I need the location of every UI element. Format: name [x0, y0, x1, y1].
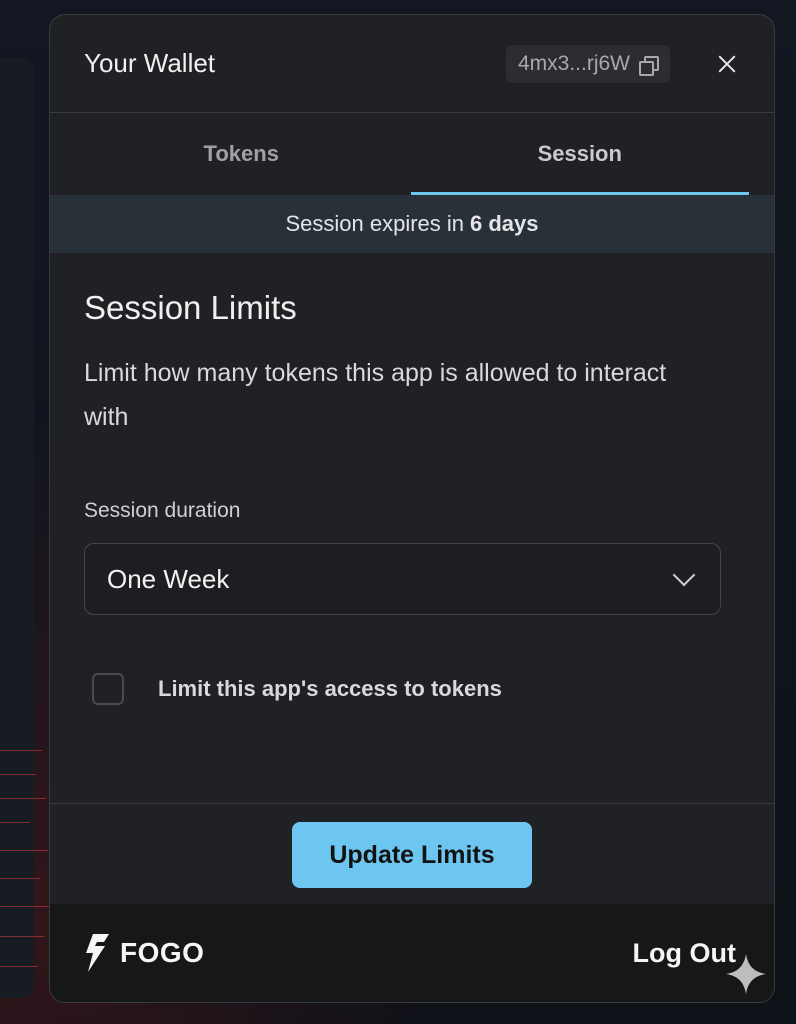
update-limits-button[interactable]: Update Limits: [292, 822, 532, 888]
limit-tokens-label[interactable]: Limit this app's access to tokens: [158, 676, 502, 702]
tab-session[interactable]: Session: [410, 113, 750, 195]
wallet-panel: Your Wallet 4mx3...rj6W Tokens Session S…: [49, 14, 775, 1003]
chevron-down-icon: [672, 563, 696, 587]
session-limits-section: Session Limits Limit how many tokens thi…: [50, 253, 774, 705]
brand: FOGO: [84, 933, 633, 973]
sparkle-icon: [726, 954, 766, 994]
session-expiry-banner: Session expires in 6 days: [50, 195, 774, 253]
wallet-tabs: Tokens Session: [50, 113, 774, 195]
session-expiry-value: 6 days: [470, 211, 539, 236]
section-description: Limit how many tokens this app is allowe…: [84, 359, 667, 431]
session-duration-label: Session duration: [84, 499, 241, 522]
section-title: Session Limits: [84, 289, 297, 326]
wallet-address-chip[interactable]: 4mx3...rj6W: [505, 44, 670, 83]
close-button[interactable]: [714, 51, 740, 77]
logout-button[interactable]: Log Out: [633, 938, 736, 969]
brand-name: FOGO: [120, 937, 205, 968]
tab-tokens[interactable]: Tokens: [72, 113, 411, 195]
fogo-logo-icon: [86, 934, 109, 972]
session-duration-select[interactable]: One Week: [84, 543, 721, 615]
wallet-footer: FOGO Log Out: [50, 904, 774, 1002]
action-bar: Update Limits: [50, 803, 774, 906]
limit-tokens-checkbox[interactable]: [92, 673, 124, 705]
session-expiry-text: Session expires in: [285, 211, 465, 236]
wallet-address: 4mx3...rj6W: [517, 51, 630, 75]
session-duration-value: One Week: [107, 563, 230, 594]
limit-tokens-option: Limit this app's access to tokens: [84, 673, 740, 705]
wallet-title: Your Wallet: [84, 48, 216, 78]
wallet-header: Your Wallet 4mx3...rj6W: [50, 15, 774, 113]
copy-icon[interactable]: [638, 54, 659, 76]
